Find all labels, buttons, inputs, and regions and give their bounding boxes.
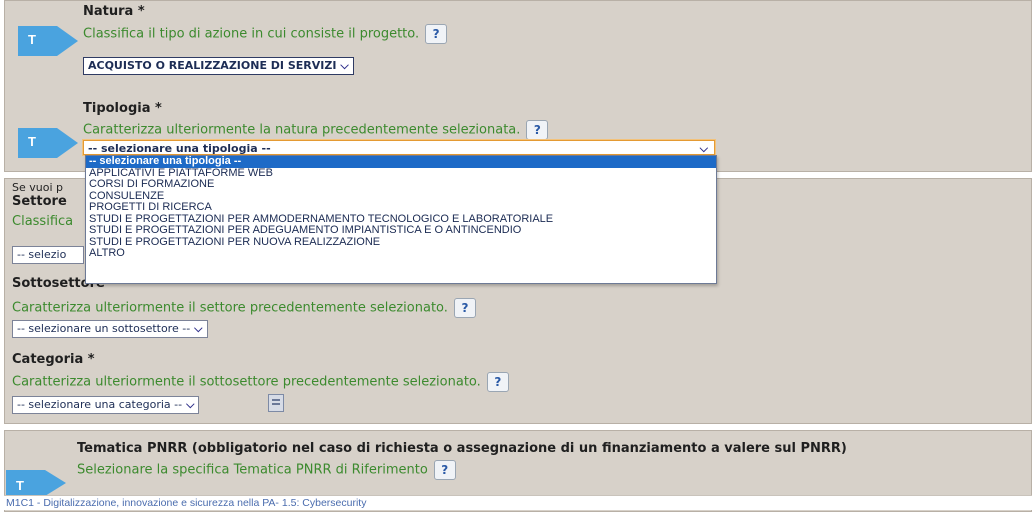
document-icon[interactable] [268, 394, 284, 412]
natura-select[interactable]: ACQUISTO O REALIZZAZIONE DI SERVIZI ⌵ [83, 57, 354, 75]
settore-label: Settore [12, 194, 67, 209]
chevron-down-icon: ⌵ [699, 142, 708, 155]
sottosettore-select[interactable]: -- selezionare un sottosettore -- ⌵ [12, 320, 208, 338]
section-divider [4, 425, 1032, 426]
tipologia-option[interactable]: PROGETTI DI RICERCA [86, 201, 716, 214]
settore-intro: Se vuoi p [12, 181, 63, 194]
chevron-down-icon: ⌵ [340, 59, 349, 72]
tipologia-label: Tipologia * [83, 101, 162, 116]
chevron-down-icon: ⌵ [194, 322, 203, 335]
help-icon[interactable]: ? [486, 372, 509, 392]
categoria-description: Caratterizza ulteriormente il sottosetto… [12, 372, 509, 392]
help-icon[interactable]: ? [526, 120, 549, 140]
tipologia-description: Caratterizza ulteriormente la natura pre… [83, 120, 549, 140]
natura-label: Natura * [83, 4, 145, 19]
tipologia-option[interactable]: CORSI DI FORMAZIONE [86, 178, 716, 191]
help-icon[interactable]: ? [453, 298, 476, 318]
tipologia-dropdown-list[interactable]: -- selezionare una tipologia -- APPLICATI… [85, 155, 717, 284]
settore-description: Classifica [12, 214, 74, 229]
natura-description: Classifica il tipo di azione in cui cons… [83, 24, 448, 44]
tipologia-option[interactable]: STUDI E PROGETTAZIONI PER ADEGUAMENTO IM… [86, 224, 716, 237]
categoria-select[interactable]: -- selezionare una categoria -- ⌵ [12, 396, 200, 414]
tipologia-option[interactable]: ALTRO [86, 247, 716, 260]
tipologia-option[interactable]: -- selezionare una tipologia -- [86, 155, 716, 168]
help-icon[interactable]: ? [433, 460, 456, 480]
tipologia-option[interactable]: STUDI E PROGETTAZIONI PER NUOVA REALIZZA… [86, 236, 716, 249]
tematica-label: Tematica PNRR (obbligatorio nel caso di … [77, 441, 847, 456]
chevron-down-icon: ⌵ [186, 398, 195, 411]
tematica-description: Selezionare la specifica Tematica PNRR d… [77, 460, 456, 480]
settore-select[interactable]: -- selezio [12, 246, 84, 264]
sottosettore-description: Caratterizza ulteriormente il settore pr… [12, 298, 476, 318]
tipologia-select[interactable]: -- selezionare una tipologia -- ⌵ [82, 139, 716, 156]
help-icon[interactable]: ? [425, 24, 448, 44]
categoria-label: Categoria * [12, 352, 95, 367]
tematica-option[interactable]: M1C1 - Digitalizzazione, innovazione e s… [4, 495, 1032, 510]
